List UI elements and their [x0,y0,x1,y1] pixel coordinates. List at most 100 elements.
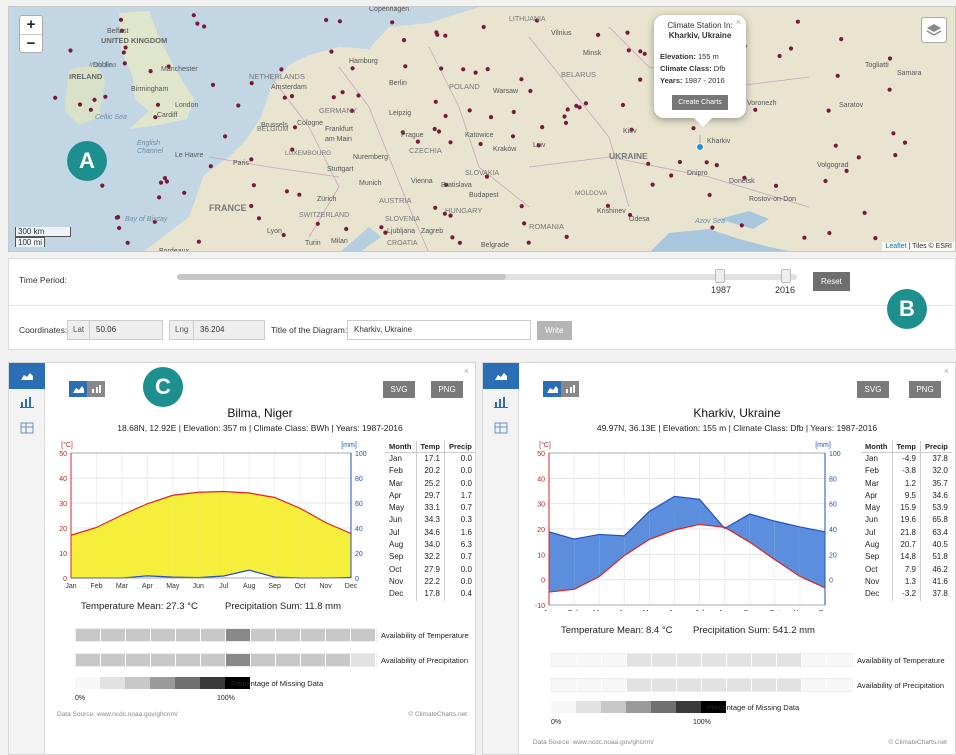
station-dot[interactable] [839,37,844,42]
export-png-button[interactable]: PNG [909,381,941,398]
station-dot[interactable] [356,93,361,98]
station-dot[interactable] [902,140,908,145]
station-dot[interactable] [650,182,655,187]
station-dot[interactable] [467,108,472,113]
station-dot[interactable] [256,216,262,221]
station-dot[interactable] [457,240,462,245]
station-dot[interactable] [777,53,782,59]
station-dot[interactable] [249,203,254,209]
station-dot[interactable] [433,99,438,104]
station-dot[interactable] [155,102,161,107]
station-dot[interactable] [123,45,128,50]
station-dot[interactable] [795,19,801,24]
station-dot[interactable] [478,141,483,147]
export-svg-button[interactable]: SVG [383,381,415,398]
station-dot[interactable] [714,163,719,168]
reset-button[interactable]: Reset [813,272,850,291]
diagram-title-input[interactable]: Kharkiv, Ukraine [347,320,531,340]
station-dot[interactable] [148,69,153,74]
station-dot[interactable] [340,90,345,95]
station-dot[interactable] [565,107,570,112]
station-dot[interactable] [625,30,630,35]
station-dot[interactable] [284,189,289,194]
station-dot[interactable] [249,157,254,162]
toggle-area-chart[interactable] [69,381,87,397]
station-dot[interactable] [563,120,569,125]
station-dot[interactable] [583,101,589,106]
toggle-area-chart[interactable] [543,381,561,397]
station-dot[interactable] [191,13,196,18]
station-dot[interactable] [122,61,127,66]
station-dot[interactable] [53,95,58,100]
station-dot[interactable] [324,17,329,23]
station-dot[interactable] [251,183,256,188]
station-dot[interactable] [461,67,466,72]
zoom-in-button[interactable]: + [20,16,42,34]
station-dot[interactable] [707,192,712,198]
zoom-out-button[interactable]: − [20,34,42,52]
station-dot[interactable] [379,225,384,230]
station-dot[interactable] [114,215,119,220]
station-dot[interactable] [103,94,108,99]
station-dot[interactable] [626,48,631,53]
station-dot[interactable] [704,160,709,165]
lat-field[interactable]: 50.06 [89,320,163,340]
station-dot[interactable] [488,115,494,120]
station-dot[interactable] [481,24,486,30]
station-dot[interactable] [157,195,162,200]
station-dot[interactable] [788,46,794,51]
station-dot[interactable] [68,48,73,53]
station-dot[interactable] [862,210,867,215]
station-dot[interactable] [669,173,674,178]
panel-close-icon[interactable]: × [944,366,949,376]
station-dot[interactable] [415,139,420,144]
map-view[interactable]: UNITED KINGDOM IRELAND NETHERLANDS GERMA… [8,6,956,252]
station-dot[interactable] [223,134,228,139]
station-dot[interactable] [773,183,779,188]
station-dot[interactable] [856,155,861,160]
slider-handle-start[interactable] [715,269,725,283]
station-dot[interactable] [519,77,524,82]
station-dot[interactable] [100,183,105,188]
station-dot[interactable] [802,235,807,240]
station-dot[interactable] [202,24,207,29]
station-dot[interactable] [435,32,440,37]
station-dot[interactable] [620,102,626,108]
station-dot[interactable] [208,164,213,169]
station-dot[interactable] [162,176,168,181]
station-dot[interactable] [281,232,286,238]
station-dot[interactable] [485,67,490,72]
station-dot[interactable] [522,221,527,226]
station-dot[interactable] [436,129,442,134]
station-dot[interactable] [519,204,524,209]
station-dot[interactable] [873,236,878,241]
station-dot[interactable] [92,97,97,102]
station-dot[interactable] [282,95,287,100]
toggle-bar-chart[interactable] [561,381,579,397]
station-dot[interactable] [826,108,831,113]
tab-data-table[interactable] [9,415,45,441]
export-svg-button[interactable]: SVG [857,381,889,398]
station-dot[interactable] [448,140,453,145]
station-dot[interactable] [77,102,83,107]
station-dot[interactable] [646,161,651,166]
tab-bar-chart[interactable] [483,389,519,415]
station-dot[interactable] [297,192,302,197]
create-charts-button[interactable]: Create Charts [672,95,728,110]
station-dot[interactable] [596,32,601,37]
station-dot[interactable] [401,38,407,43]
layers-button[interactable] [921,17,947,43]
station-dot[interactable] [443,113,448,119]
station-dot[interactable] [125,240,130,245]
write-button[interactable]: Write [537,321,572,340]
station-dot[interactable] [210,82,216,87]
station-dot[interactable] [196,239,201,244]
station-dot[interactable] [562,114,567,119]
station-dot[interactable] [526,240,531,245]
station-dot[interactable] [403,64,408,69]
station-dot[interactable] [433,205,438,210]
station-dot[interactable] [564,234,569,239]
leaflet-link[interactable]: Leaflet [885,243,906,250]
station-dot[interactable] [642,51,647,56]
station-dot[interactable] [390,20,395,25]
